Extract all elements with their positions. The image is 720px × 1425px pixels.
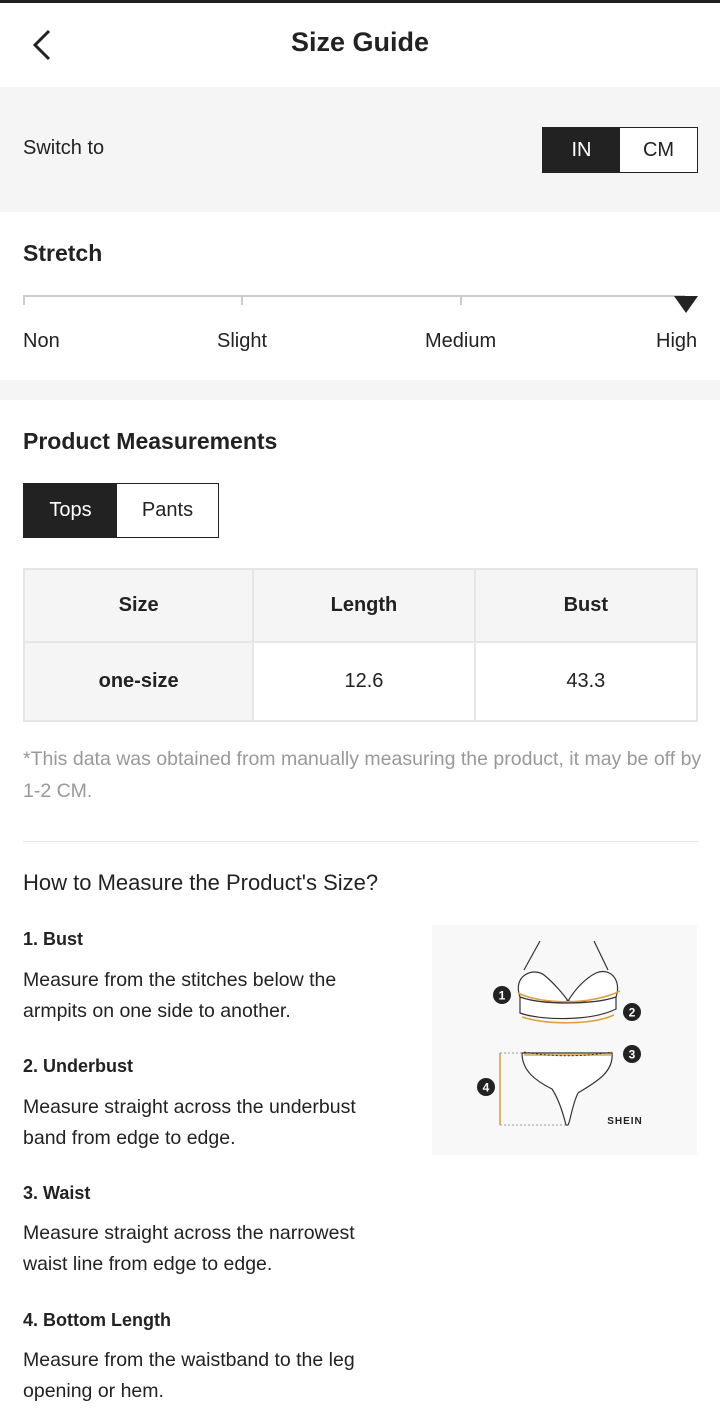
step-title-waist: 3. Waist [23,1183,91,1203]
step-title-underbust: 2. Underbust [23,1056,134,1076]
cell-length: 12.6 [252,641,476,722]
switch-label: Switch to [23,137,105,159]
page-title: Size Guide [290,27,430,57]
stretch-tick [460,295,462,305]
stretch-label-high: High [656,330,698,352]
measurements-section: Product Measurements Tops Pants Size Len… [0,400,720,1425]
stretch-tick [241,295,243,305]
stretch-section: Stretch Non Slight Medium High [0,212,720,380]
cell-size: one-size [22,641,255,722]
unit-cm-button[interactable]: CM [620,128,697,172]
header-bar: Size Guide [0,3,720,87]
stretch-label-medium: Medium [425,330,497,352]
stretch-tick [23,295,25,305]
unit-toggle: IN CM [542,127,698,173]
column-header-size: Size [22,568,255,643]
stretch-label-slight: Slight [217,330,268,352]
stretch-scale: Non Slight Medium High [23,292,698,372]
step-title-bottom-length: 4. Bottom Length [23,1310,171,1330]
bikini-diagram-icon: 1 2 3 4 SHEIN [477,940,643,1127]
unit-switch-section: Switch to IN CM [0,87,720,212]
bikini-measure-diagram: 1 2 3 4 SHEIN [432,925,697,1155]
size-table: Size Length Bust one-size 12.6 43.3 [22,568,699,722]
column-header-length: Length [252,568,476,643]
step-desc-underbust: Measure straight across the underbust ba… [23,1096,356,1149]
table-header-row: Size Length Bust [22,568,699,643]
step-desc-bust: Measure from the stitches below the armp… [23,969,337,1022]
unit-in-button[interactable]: IN [543,128,620,172]
brand-logo: SHEIN [607,1116,643,1127]
marker-2: 2 [629,1006,636,1020]
stretch-title: Stretch [23,240,103,266]
measurements-title: Product Measurements [23,428,278,454]
how-to-measure-title: How to Measure the Product's Size? [23,870,379,895]
marker-3: 3 [629,1048,636,1062]
tab-tops[interactable]: Tops [24,484,117,537]
marker-1: 1 [499,989,506,1003]
tab-pants[interactable]: Pants [117,484,218,537]
step-title-bust: 1. Bust [23,929,84,949]
section-separator [0,380,720,400]
stretch-label-non: Non [23,330,60,352]
table-row: one-size 12.6 43.3 [22,641,699,722]
stretch-scale-line [23,295,685,297]
step-desc-bottom-length: Measure from the waistband to the leg op… [23,1349,355,1402]
cell-bust: 43.3 [473,641,699,722]
stretch-marker-icon [674,296,698,313]
column-header-bust: Bust [473,568,699,643]
divider [23,841,698,842]
garment-tabs: Tops Pants [23,483,219,538]
measurement-note: *This data was obtained from manually me… [23,748,702,802]
step-desc-waist: Measure straight across the narrowest wa… [23,1222,355,1275]
marker-4: 4 [483,1081,490,1095]
